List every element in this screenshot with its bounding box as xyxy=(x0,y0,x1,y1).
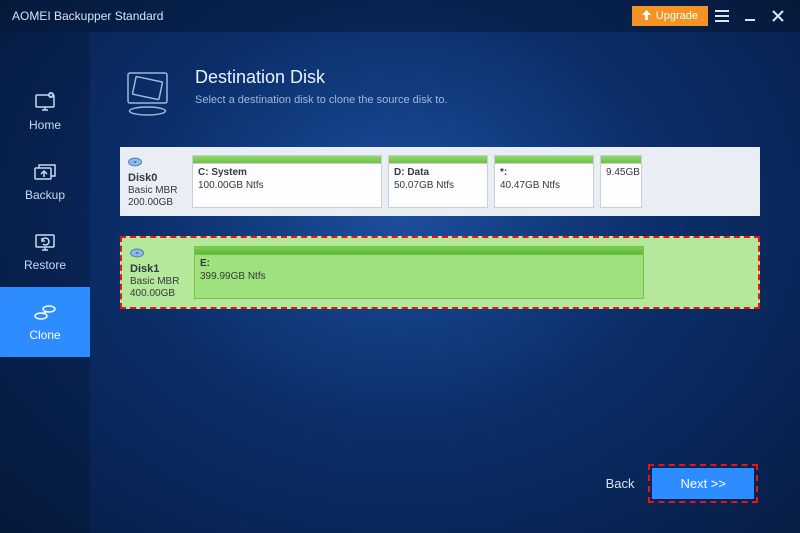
app-window: AOMEI Backupper Standard Upgrade Home xyxy=(0,0,800,533)
disk-size: 400.00GB xyxy=(130,288,188,299)
partition-label: E: xyxy=(200,258,638,271)
partition-usage-bar xyxy=(389,156,487,164)
app-title: AOMEI Backupper Standard xyxy=(8,9,163,23)
disk-scheme: Basic MBR xyxy=(130,276,188,287)
page-title: Destination Disk xyxy=(195,67,448,88)
next-button[interactable]: Next >> xyxy=(652,468,754,499)
sidebar-item-label: Home xyxy=(29,118,61,132)
partition-detail: 399.99GB Ntfs xyxy=(200,271,638,284)
partition-detail: 9.45GB xyxy=(606,167,636,180)
disk-info: Disk1Basic MBR400.00GB xyxy=(130,246,188,299)
disk-size: 200.00GB xyxy=(128,197,186,208)
main-content: Destination Disk Select a destination di… xyxy=(90,32,800,533)
disk-card[interactable]: Disk1Basic MBR400.00GBE:399.99GB Ntfs xyxy=(120,236,760,309)
disk-name: Disk0 xyxy=(128,172,186,184)
home-icon xyxy=(33,92,57,112)
sidebar-item-backup[interactable]: Backup xyxy=(0,147,90,217)
close-button[interactable] xyxy=(764,0,792,32)
partition-label: *: xyxy=(500,167,588,180)
sidebar-item-clone[interactable]: Clone xyxy=(0,287,90,357)
partition[interactable]: *:40.47GB Ntfs xyxy=(494,155,594,208)
disk-info: Disk0Basic MBR200.00GB xyxy=(128,155,186,208)
disk-name: Disk1 xyxy=(130,263,188,275)
backup-icon xyxy=(33,162,57,182)
clone-icon xyxy=(33,302,57,322)
disk-card[interactable]: Disk0Basic MBR200.00GBC: System100.00GB … xyxy=(120,147,760,216)
titlebar: AOMEI Backupper Standard Upgrade xyxy=(0,0,800,32)
sidebar-item-label: Restore xyxy=(24,258,66,272)
footer: Back Next >> xyxy=(120,454,760,513)
partition[interactable]: D: Data50.07GB Ntfs xyxy=(388,155,488,208)
destination-disk-hero-icon xyxy=(120,67,175,122)
disk-list: Disk0Basic MBR200.00GBC: System100.00GB … xyxy=(120,147,760,309)
partition-detail: 100.00GB Ntfs xyxy=(198,180,376,193)
minimize-button[interactable] xyxy=(736,0,764,32)
disk-icon xyxy=(128,157,186,170)
partition-usage-bar xyxy=(495,156,593,164)
sidebar: Home Backup Restore Clone xyxy=(0,32,90,533)
partition[interactable]: E:399.99GB Ntfs xyxy=(194,246,644,299)
partition-list: C: System100.00GB NtfsD: Data50.07GB Ntf… xyxy=(192,155,752,208)
sidebar-item-home[interactable]: Home xyxy=(0,77,90,147)
partition-detail: 50.07GB Ntfs xyxy=(394,180,482,193)
upgrade-arrow-icon xyxy=(642,10,651,23)
page-subtitle: Select a destination disk to clone the s… xyxy=(195,94,448,106)
restore-icon xyxy=(33,232,57,252)
sidebar-item-label: Backup xyxy=(25,188,65,202)
disk-scheme: Basic MBR xyxy=(128,185,186,196)
upgrade-label: Upgrade xyxy=(656,10,698,22)
partition-detail: 40.47GB Ntfs xyxy=(500,180,588,193)
upgrade-button[interactable]: Upgrade xyxy=(632,6,708,26)
partition-label: D: Data xyxy=(394,167,482,180)
partition-usage-bar xyxy=(193,156,381,164)
menu-button[interactable] xyxy=(708,0,736,32)
sidebar-item-label: Clone xyxy=(29,328,60,342)
partition-label: C: System xyxy=(198,167,376,180)
partition[interactable]: 9.45GB xyxy=(600,155,642,208)
disk-icon xyxy=(130,248,188,261)
partition[interactable]: C: System100.00GB Ntfs xyxy=(192,155,382,208)
back-button[interactable]: Back xyxy=(606,476,635,491)
partition-usage-bar xyxy=(601,156,641,164)
sidebar-item-restore[interactable]: Restore xyxy=(0,217,90,287)
partition-usage-bar xyxy=(195,247,643,255)
partition-list: E:399.99GB Ntfs xyxy=(194,246,750,299)
